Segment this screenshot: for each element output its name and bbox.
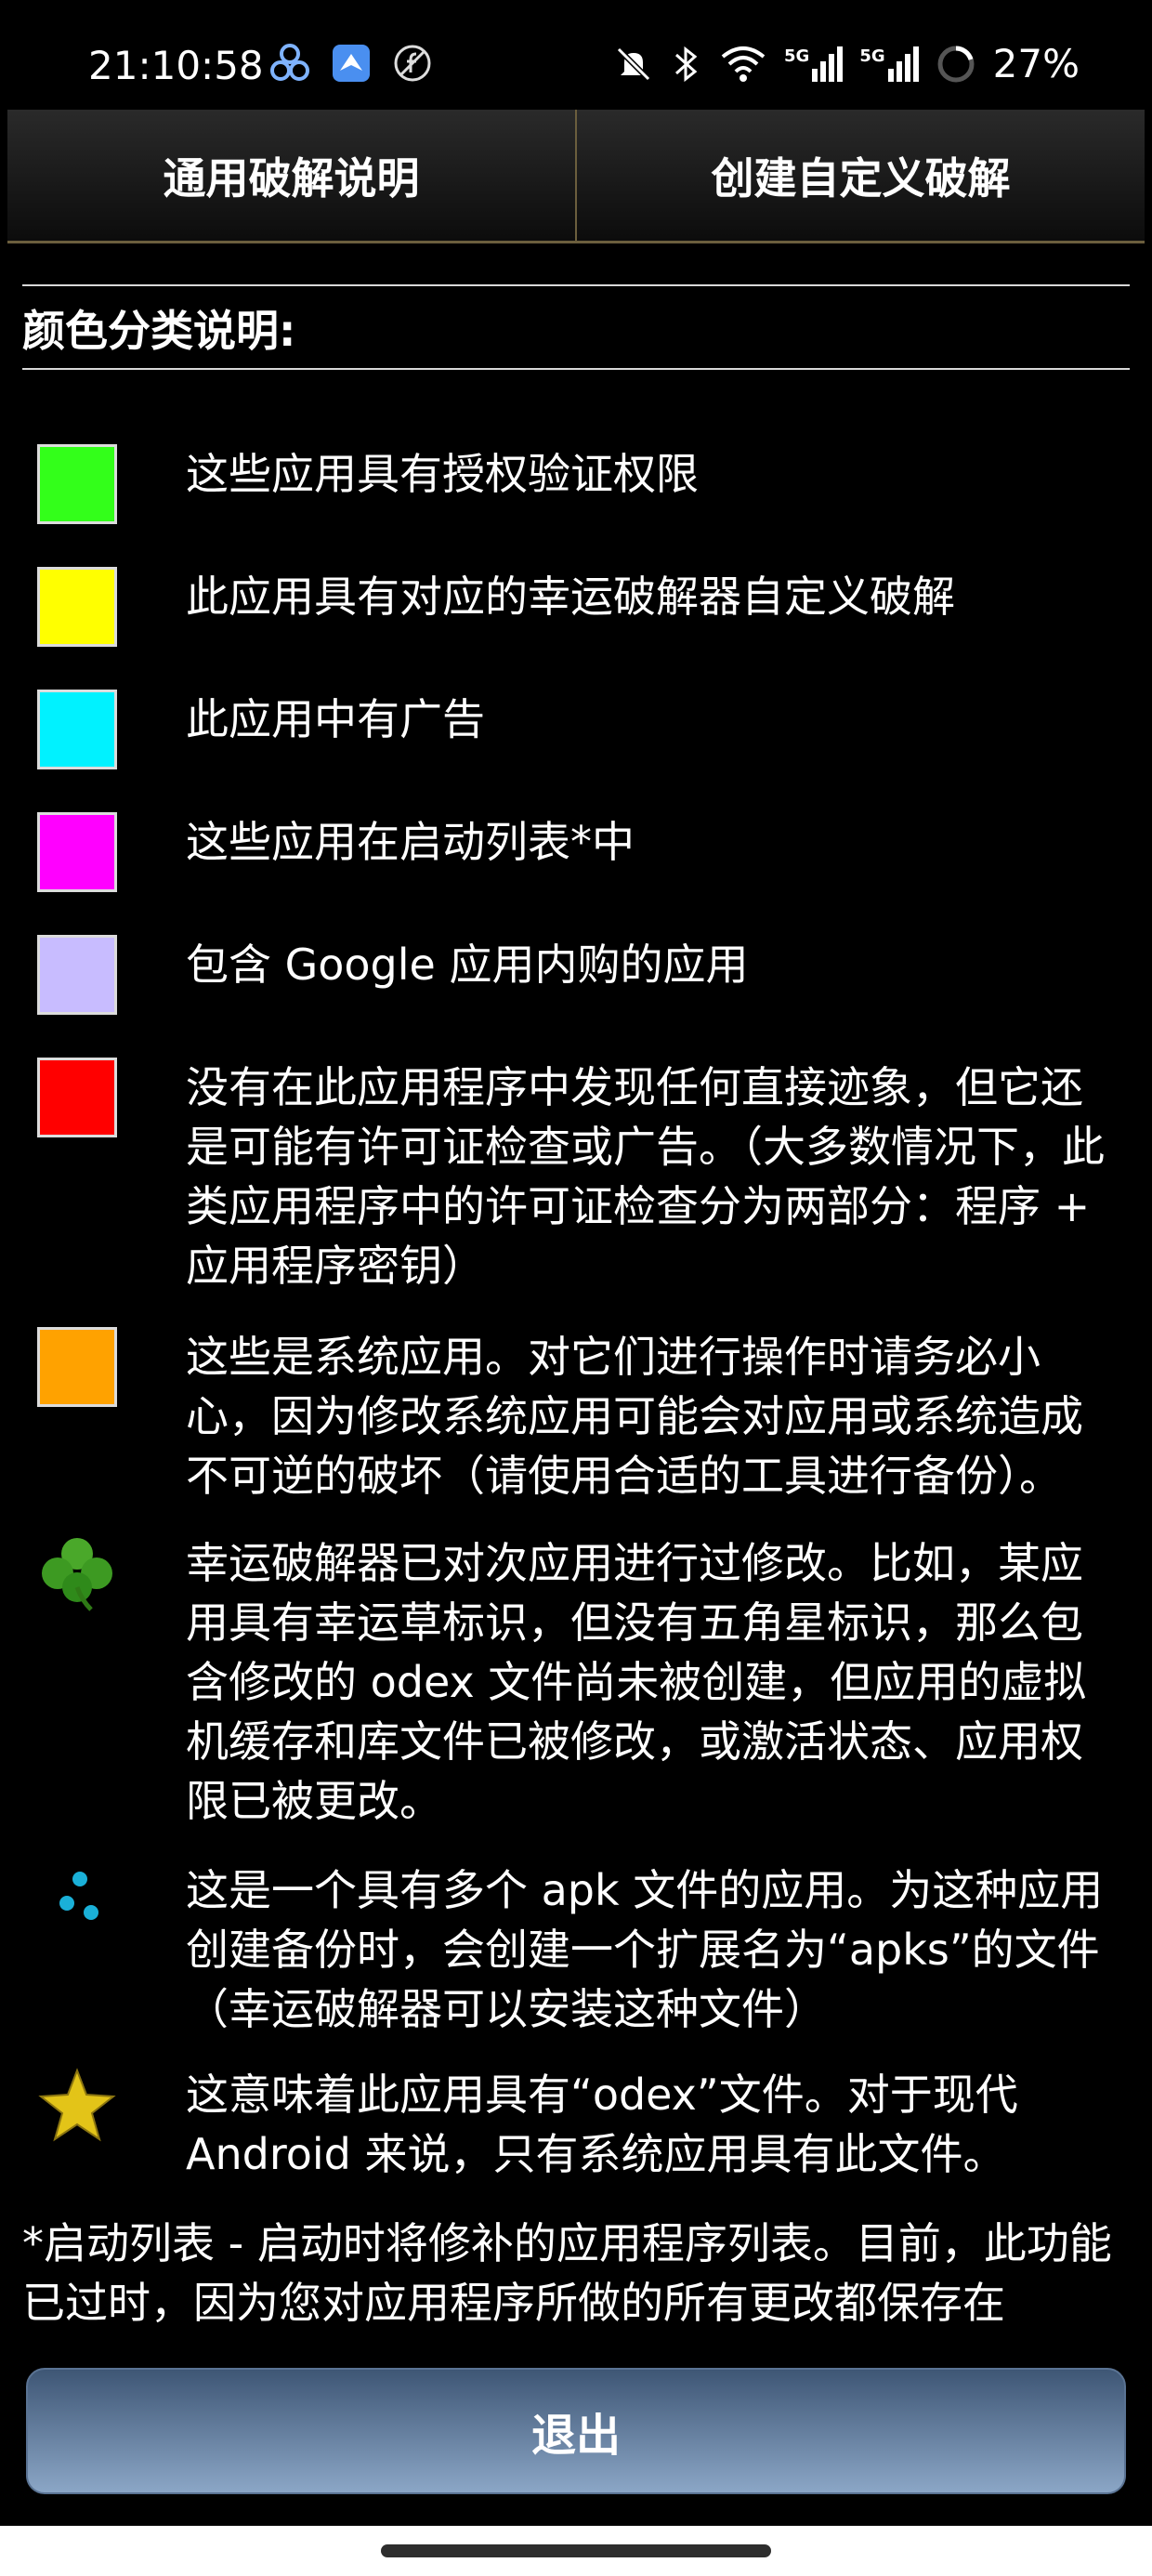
battery-percent: 27% [992, 41, 1080, 86]
tab-bar: 通用破解说明 创建自定义破解 [7, 110, 1145, 243]
legend-text: 包含 Google 应用内购的应用 [186, 940, 749, 990]
tab-general-patch-info[interactable]: 通用破解说明 [7, 110, 575, 241]
color-swatch-orange [37, 1327, 117, 1407]
status-bar: 21:10:58 5G 5G 27% [0, 0, 1152, 110]
legend-item: 这些是系统应用。对它们进行操作时请务必小心，因为修改系统应用可能会对应用或系统造… [37, 1327, 1133, 1505]
legend-text: 这是一个具有多个 apk 文件的应用。为这种应用创建备份时，会创建一个扩展名为“… [186, 1865, 1104, 2034]
color-swatch-green [37, 444, 117, 524]
legend-item: 包含 Google 应用内购的应用 [37, 935, 1133, 1015]
legend-text: 这意味着此应用具有“odex”文件。对于现代 Android 来说，只有系统应用… [186, 2070, 1018, 2179]
color-swatch-cyan [37, 690, 117, 769]
wifi-icon [721, 46, 766, 82]
signal-5g-icon: 5G [784, 46, 844, 82]
color-swatch-red [37, 1058, 117, 1137]
color-swatch-magenta [37, 812, 117, 892]
no-f-icon [394, 45, 431, 82]
legend-item: 这些应用具有授权验证权限 [37, 444, 1133, 524]
exit-button[interactable]: 退出 [26, 2368, 1126, 2494]
legend-item: 此应用具有对应的幸运破解器自定义破解 [37, 567, 1133, 647]
app-cluster-icon [270, 44, 309, 81]
content-scroll-area[interactable]: 颜色分类说明: 这些应用具有授权验证权限 此应用具有对应的幸运破解器自定义破解 … [0, 243, 1152, 2334]
status-left-icons [269, 43, 433, 84]
legend-item: 此应用中有广告 [37, 690, 1133, 769]
tab-create-custom-patch[interactable]: 创建自定义破解 [575, 110, 1145, 241]
legend-item: 这些应用在启动列表*中 [37, 812, 1133, 892]
status-right-icons: 5G 5G 27% [613, 41, 1080, 86]
legend-item: 这意味着此应用具有“odex”文件。对于现代 Android 来说，只有系统应用… [37, 2065, 1133, 2184]
mute-icon [616, 46, 651, 81]
bluetooth-icon [675, 46, 698, 82]
color-swatch-lavender [37, 935, 117, 1015]
legend-text: 这些是系统应用。对它们进行操作时请务必小心，因为修改系统应用可能会对应用或系统造… [186, 1332, 1083, 1501]
legend-text: 此应用具有对应的幸运破解器自定义破解 [186, 572, 955, 622]
legend-text: 没有在此应用程序中发现任何直接迹象，但它还是可能有许可证检查或广告。（大多数情况… [186, 1062, 1105, 1291]
clover-icon [37, 1533, 117, 1613]
legend-text: 此应用中有广告 [186, 694, 485, 744]
divider-bottom [22, 368, 1130, 370]
split-apk-icon [37, 1860, 117, 1940]
color-swatch-yellow [37, 567, 117, 647]
signal-label-2: 5G [859, 46, 885, 66]
bird-app-icon [333, 45, 370, 82]
status-time: 21:10:58 [88, 43, 264, 88]
legend-item: 幸运破解器已对次应用进行过修改。比如，某应用具有幸运草标识，但没有五角星标识，那… [37, 1533, 1133, 1831]
divider-top [22, 284, 1130, 286]
battery-ring-icon [937, 46, 975, 82]
signal-label: 5G [784, 46, 810, 66]
legend-text: 这些应用在启动列表*中 [186, 817, 635, 867]
legend-text: 幸运破解器已对次应用进行过修改。比如，某应用具有幸运草标识，但没有五角星标识，那… [186, 1538, 1087, 1826]
legend-item: 没有在此应用程序中发现任何直接迹象，但它还是可能有许可证检查或广告。（大多数情况… [37, 1058, 1133, 1295]
footnote-text: *启动列表 - 启动时将修补的应用程序列表。目前，此功能已过时，因为您对应用程序… [22, 2218, 1112, 2328]
gesture-handle[interactable] [381, 2544, 771, 2557]
section-title: 颜色分类说明: [22, 306, 296, 356]
star-icon [37, 2065, 117, 2145]
legend-text: 这些应用具有授权验证权限 [186, 449, 699, 499]
signal-5g-icon-2: 5G [859, 46, 919, 82]
legend-item: 这是一个具有多个 apk 文件的应用。为这种应用创建备份时，会创建一个扩展名为“… [37, 1860, 1133, 2039]
navigation-bar [0, 2526, 1152, 2576]
